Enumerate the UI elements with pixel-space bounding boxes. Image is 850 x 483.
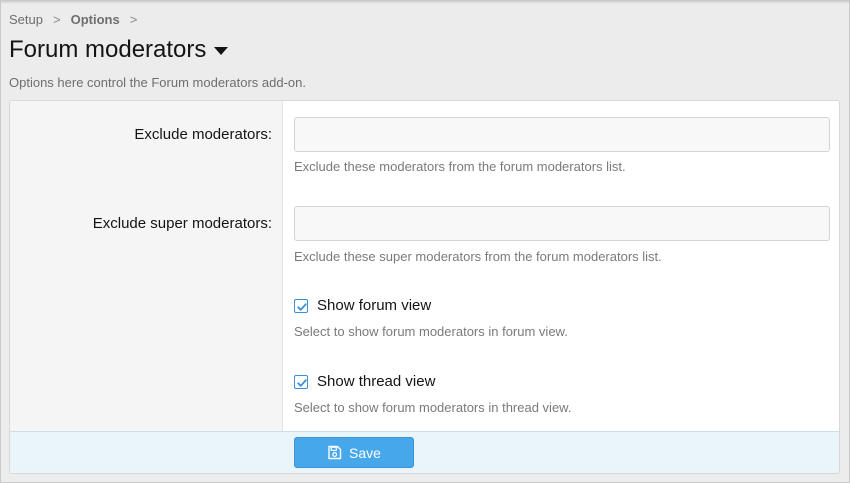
options-panel: Exclude moderators: Exclude these modera… [9,100,840,474]
show-thread-view-checkbox[interactable] [294,374,308,389]
save-button[interactable]: Save [294,437,414,468]
breadcrumb-separator-icon: > [129,12,138,27]
check-icon [297,302,307,311]
save-icon [327,445,342,460]
show-thread-view-hint: Select to show forum moderators in threa… [294,400,572,415]
top-shadow [1,1,849,4]
exclude-moderators-label: Exclude moderators: [134,126,272,143]
exclude-super-moderators-label: Exclude super moderators: [92,215,272,232]
caret-down-icon[interactable] [214,47,229,55]
show-thread-view-label[interactable]: Show thread view [317,373,435,390]
show-forum-view-label[interactable]: Show forum view [317,297,431,314]
show-forum-view-checkbox[interactable] [294,298,308,313]
show-thread-view-row[interactable]: Show thread view [294,373,435,390]
breadcrumb: Setup > Options > [9,12,147,27]
labels-column [10,101,283,431]
form-footer: Save [10,431,839,473]
title-row[interactable]: Forum moderators [9,36,229,64]
check-icon [297,378,307,387]
exclude-super-moderators-input[interactable] [294,206,830,241]
exclude-moderators-hint: Exclude these moderators from the forum … [294,159,626,174]
show-forum-view-hint: Select to show forum moderators in forum… [294,324,568,339]
page-description: Options here control the Forum moderator… [9,75,306,90]
page-title: Forum moderators [9,36,207,63]
breadcrumb-item-setup[interactable]: Setup [9,12,43,27]
breadcrumb-separator-icon: > [52,12,61,27]
breadcrumb-item-options[interactable]: Options [71,12,120,27]
exclude-moderators-input[interactable] [294,117,830,152]
save-button-label: Save [349,444,381,461]
exclude-super-moderators-hint: Exclude these super moderators from the … [294,249,662,264]
show-forum-view-row[interactable]: Show forum view [294,297,431,314]
